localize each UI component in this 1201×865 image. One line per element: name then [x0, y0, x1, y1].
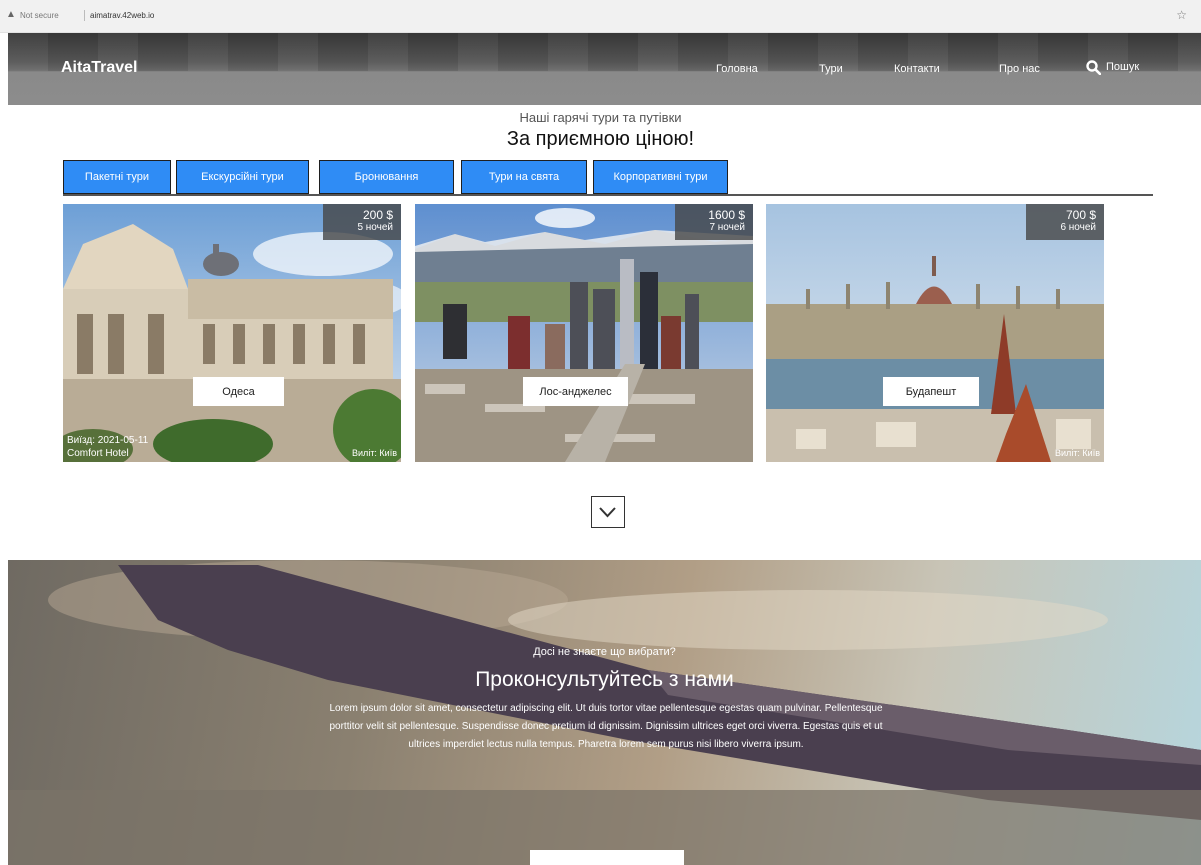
nights-text: 7 ночей: [709, 222, 745, 233]
security-label: Not secure: [20, 11, 59, 20]
chevron-down-icon: [599, 507, 616, 518]
city-label[interactable]: Лос-анджелес: [523, 377, 628, 406]
divider: [84, 10, 85, 21]
odesa-image: [63, 204, 401, 462]
nav-item-tours[interactable]: Тури: [819, 63, 843, 75]
tab-corporate-tours[interactable]: Корпоративні тури: [593, 160, 728, 194]
url-text[interactable]: aimatrav.42web.io: [90, 11, 154, 20]
warning-icon: ▲: [6, 9, 16, 20]
consult-button[interactable]: [530, 850, 684, 865]
nights-text: 6 ночей: [1060, 222, 1096, 233]
search-icon: [1086, 60, 1101, 75]
tour-card-los-angeles[interactable]: 1600 $ 7 ночей Лос-анджелес: [415, 204, 753, 462]
consult-title: Проконсультуйтесь з нами: [475, 668, 734, 691]
price-text: 200 $: [362, 208, 393, 222]
show-more-button[interactable]: [591, 496, 625, 528]
section-title: За приємною ціною!: [506, 128, 695, 150]
hotel-name: Comfort Hotel: [67, 448, 129, 459]
price-text: 1600 $: [708, 208, 745, 222]
price-badge: 1600 $ 7 ночей: [675, 204, 753, 240]
departure-date: Виїзд: 2021-05-11: [67, 435, 149, 446]
budapest-image: [766, 204, 1104, 462]
tour-card-odesa[interactable]: 200 $ 5 ночей Одеса Виїзд: 2021-05-11 Co…: [63, 204, 401, 462]
site-header: AitaTravel Головна Тури Контакти Про нас…: [8, 33, 1201, 105]
consult-description: Lorem ipsum dolor sit amet, consectetur …: [329, 703, 883, 750]
tab-package-tours[interactable]: Пакетні тури: [63, 160, 171, 194]
star-icon[interactable]: ☆: [1176, 8, 1187, 22]
search-label: Пошук: [1106, 61, 1140, 73]
tab-excursion-tours[interactable]: Екскурсійні тури: [176, 160, 309, 194]
price-badge: 700 $ 6 ночей: [1026, 204, 1104, 240]
los-angeles-image: [415, 204, 753, 462]
section-subtitle: Наші гарячі тури та путівки: [519, 110, 682, 125]
departure-city: Виліт: Київ: [352, 448, 397, 458]
city-label[interactable]: Будапешт: [883, 377, 979, 406]
browser-address-bar: ▲ Not secure aimatrav.42web.io ☆: [0, 0, 1201, 33]
price-text: 700 $: [1065, 208, 1096, 222]
logo[interactable]: AitaTravel: [61, 59, 137, 77]
tour-card-budapest[interactable]: 700 $ 6 ночей Будапешт Виліт: Київ: [766, 204, 1104, 462]
nav-item-contacts[interactable]: Контакти: [894, 63, 940, 75]
tab-booking[interactable]: Бронювання: [319, 160, 454, 194]
tour-tabs: Пакетні тури Екскурсійні тури Бронювання…: [63, 160, 1153, 196]
nights-text: 5 ночей: [357, 222, 393, 233]
city-label[interactable]: Одеса: [193, 377, 284, 406]
tab-holiday-tours[interactable]: Тури на свята: [461, 160, 587, 194]
consult-question: Досі не знаєте що вибрати?: [533, 646, 676, 658]
consultation-section: Досі не знаєте що вибрати? Проконсультуй…: [8, 560, 1201, 865]
nav-item-home[interactable]: Головна: [716, 63, 758, 75]
price-badge: 200 $ 5 ночей: [323, 204, 401, 240]
departure-city: Виліт: Київ: [1055, 448, 1100, 458]
nav-item-about[interactable]: Про нас: [999, 63, 1040, 75]
